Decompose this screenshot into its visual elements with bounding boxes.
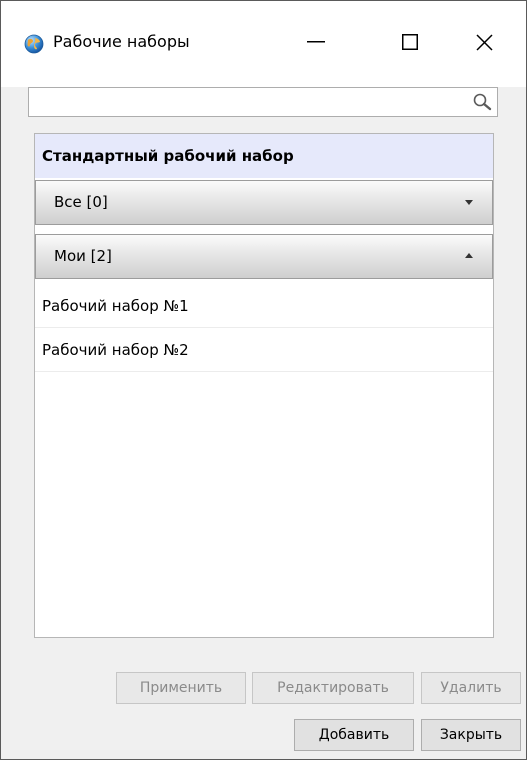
group-mine[interactable]: Мои [2] xyxy=(35,234,493,279)
close-icon xyxy=(475,33,493,51)
close-button[interactable]: Закрыть xyxy=(421,719,521,751)
list-item[interactable]: Рабочий набор №1 xyxy=(35,285,493,328)
search-input[interactable] xyxy=(31,90,465,116)
maximize-button[interactable] xyxy=(382,19,438,65)
minimize-button[interactable] xyxy=(288,19,344,65)
chevron-up-icon xyxy=(465,253,473,258)
delete-button[interactable]: Удалить xyxy=(421,672,521,704)
close-window-button[interactable] xyxy=(456,19,512,65)
search-icon[interactable] xyxy=(472,92,492,112)
working-sets-panel: Стандартный рабочий набор Все [0] Мои [2… xyxy=(34,133,494,638)
group-all[interactable]: Все [0] xyxy=(35,180,493,225)
working-sets-window: Рабочие наборы Стандартный рабочий набор xyxy=(0,0,527,760)
list-item[interactable]: Рабочий набор №2 xyxy=(35,329,493,372)
add-button[interactable]: Добавить xyxy=(294,719,414,751)
edit-button[interactable]: Редактировать xyxy=(252,672,414,704)
maximize-icon xyxy=(402,34,418,50)
globe-icon xyxy=(24,34,44,54)
standard-set-header[interactable]: Стандартный рабочий набор xyxy=(35,134,493,178)
title-bar[interactable]: Рабочие наборы xyxy=(1,1,526,87)
apply-button[interactable]: Применить xyxy=(116,672,246,704)
group-mine-label: Мои [2] xyxy=(54,247,112,265)
window-title: Рабочие наборы xyxy=(53,32,190,51)
group-all-label: Все [0] xyxy=(54,193,108,211)
minimize-icon xyxy=(307,41,325,43)
chevron-down-icon xyxy=(465,200,473,205)
search-box xyxy=(28,87,498,117)
